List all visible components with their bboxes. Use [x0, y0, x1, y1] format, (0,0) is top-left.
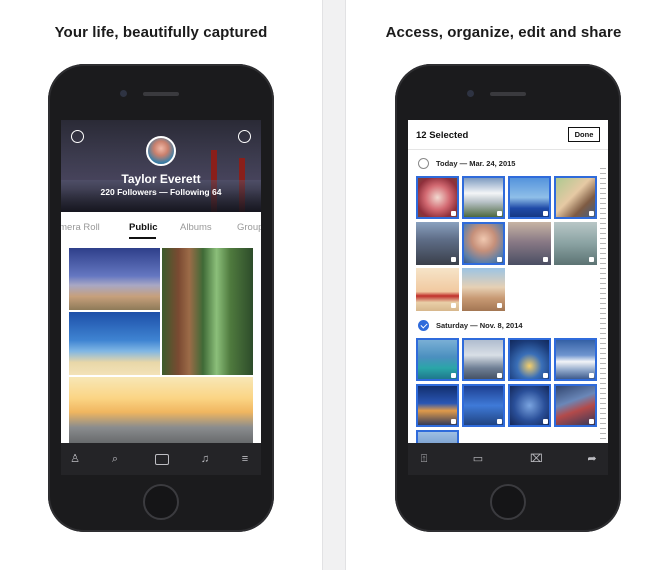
thumbnail[interactable]	[554, 338, 597, 381]
lock-icon	[543, 257, 548, 262]
camera-icon[interactable]	[155, 454, 169, 465]
thumbnail[interactable]	[462, 384, 505, 427]
lock-icon	[497, 211, 502, 216]
forward-icon[interactable]: ➦	[586, 453, 598, 465]
front-camera	[120, 90, 127, 97]
lock-icon	[497, 303, 502, 308]
tab-groups[interactable]: Groups	[237, 222, 261, 233]
album-icon[interactable]: ▭	[472, 453, 484, 465]
thumbnail[interactable]	[462, 176, 505, 219]
selected-count: 12 Selected	[416, 130, 469, 141]
lock-icon	[543, 373, 548, 378]
lock-icon	[451, 419, 456, 424]
thumbnail[interactable]	[508, 384, 551, 427]
lock-icon	[589, 373, 594, 378]
earpiece	[490, 92, 526, 96]
lock-icon	[543, 211, 548, 216]
right-phone: 12 Selected Done Today — Mar. 24, 2015 S…	[395, 64, 621, 532]
person-icon[interactable]: ♙	[69, 453, 81, 465]
profile-header: Taylor Everett 220 Followers — Following…	[61, 120, 261, 212]
lock-icon	[451, 257, 456, 262]
timeline-scrubber[interactable]	[600, 168, 606, 448]
lock-icon	[589, 419, 594, 424]
active-tab-indicator	[129, 237, 156, 239]
home-button[interactable]	[490, 484, 526, 520]
panel-divider	[322, 0, 346, 570]
left-phone: Taylor Everett 220 Followers — Following…	[48, 64, 274, 532]
right-panel: Access, organize, edit and share 12 Sele…	[346, 0, 661, 570]
done-button[interactable]: Done	[568, 127, 600, 142]
thumbnail[interactable]	[462, 222, 505, 265]
menu-icon[interactable]: ≡	[239, 453, 251, 465]
sync-icon[interactable]	[71, 130, 84, 143]
home-button[interactable]	[143, 484, 179, 520]
lock-icon	[543, 419, 548, 424]
right-screen: 12 Selected Done Today — Mar. 24, 2015 S…	[408, 120, 608, 475]
gear-icon[interactable]	[238, 130, 251, 143]
thumbnail[interactable]	[462, 268, 505, 311]
tab-albums[interactable]: Albums	[180, 222, 212, 233]
lock-icon	[451, 373, 456, 378]
section-header: Today — Mar. 24, 2015	[408, 156, 608, 172]
lock-icon	[589, 211, 594, 216]
thumbnail[interactable]	[554, 176, 597, 219]
lock-icon	[497, 257, 502, 262]
thumbnail[interactable]	[554, 384, 597, 427]
bottom-nav: ♙ ⌕ ♫ ≡	[61, 443, 261, 475]
selection-header: 12 Selected Done	[408, 120, 608, 150]
thumbnail[interactable]	[508, 176, 551, 219]
left-headline: Your life, beautifully captured	[54, 24, 268, 41]
bell-icon[interactable]: ♫	[199, 453, 211, 465]
profile-stats[interactable]: 220 Followers — Following 64	[61, 187, 261, 197]
thumbnail[interactable]	[416, 222, 459, 265]
section-date: Today — Mar. 24, 2015	[436, 159, 516, 168]
right-headline: Access, organize, edit and share	[385, 24, 622, 41]
photo-desert-road[interactable]	[69, 248, 160, 310]
photo-redwood-forest[interactable]	[162, 248, 253, 375]
lock-icon	[451, 211, 456, 216]
profile-name: Taylor Everett	[121, 172, 201, 186]
trash-icon[interactable]: ⌧	[530, 453, 543, 465]
thumbnail[interactable]	[416, 384, 459, 427]
left-screen: Taylor Everett 220 Followers — Following…	[61, 120, 261, 475]
select-all-radio[interactable]	[418, 320, 429, 331]
section-date: Saturday — Nov. 8, 2014	[436, 321, 523, 330]
selection-action-bar: ⍐ ▭ ⌧ ➦	[408, 443, 608, 475]
photo-sunset-road[interactable]	[69, 377, 253, 447]
earpiece	[143, 92, 179, 96]
thumbnail[interactable]	[462, 338, 505, 381]
thumbnail[interactable]	[508, 338, 551, 381]
tab-public[interactable]: Public	[129, 222, 158, 233]
tab-camera-roll[interactable]: Camera Roll	[61, 222, 100, 233]
thumbnail[interactable]	[508, 222, 551, 265]
photo-grid	[61, 242, 261, 447]
select-all-radio[interactable]	[418, 158, 429, 169]
lock-icon	[497, 419, 502, 424]
lock-icon	[589, 257, 594, 262]
lock-icon	[451, 303, 456, 308]
thumbnail[interactable]	[416, 338, 459, 381]
left-panel: Your life, beautifully captured Taylor E…	[0, 0, 322, 570]
thumbnail[interactable]	[554, 222, 597, 265]
photo-palm-beach[interactable]	[69, 312, 160, 375]
thumbnail[interactable]	[416, 268, 459, 311]
thumbnail[interactable]	[416, 176, 459, 219]
search-icon[interactable]: ⌕	[109, 453, 121, 465]
share-box-icon[interactable]: ⍐	[418, 453, 430, 465]
section-header: Saturday — Nov. 8, 2014	[408, 318, 608, 334]
profile-tabs: Camera Roll Public Albums Groups	[61, 212, 261, 242]
front-camera	[467, 90, 474, 97]
lock-icon	[497, 373, 502, 378]
avatar[interactable]	[146, 136, 176, 166]
